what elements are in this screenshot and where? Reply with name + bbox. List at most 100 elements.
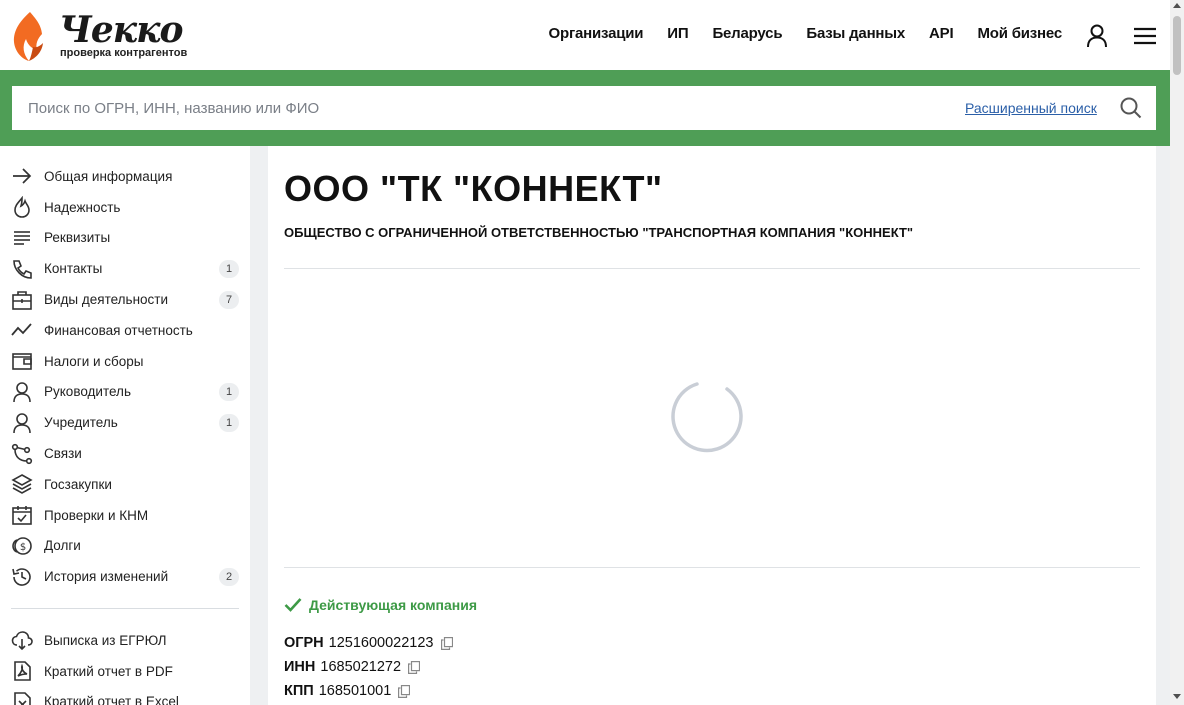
company-title: ООО "ТК "КОННЕКТ" [284, 168, 663, 209]
svg-text:$: $ [20, 542, 26, 553]
company-full-name: ОБЩЕСТВО С ОГРАНИЧЕННОЙ ОТВЕТСТВЕННОСТЬЮ… [284, 225, 914, 240]
nav-my-business[interactable]: Мой бизнес [977, 25, 1062, 42]
layers-icon [11, 474, 33, 495]
briefcase-icon [12, 290, 32, 310]
count-badge: 2 [219, 567, 239, 586]
coins-icon: $ [12, 537, 32, 555]
sidebar-item-taxes[interactable]: Налоги и сборы [11, 346, 239, 377]
sidebar-item-label: Краткий отчет в Excel [44, 694, 179, 705]
copy-icon[interactable] [408, 660, 421, 674]
requisite-label: ИНН [284, 659, 316, 675]
scrollbar-thumb[interactable] [1173, 16, 1181, 75]
count-badge: 1 [219, 259, 239, 278]
sidebar: Общая информация Надежность Реквизиты Ко… [0, 146, 250, 705]
arrow-right-icon [13, 168, 32, 184]
sidebar-item-label: Реквизиты [44, 230, 111, 246]
sidebar-item-reliability[interactable]: Надежность [11, 192, 239, 223]
scroll-up-arrow-icon[interactable] [1173, 3, 1181, 8]
sidebar-nav: Общая информация Надежность Реквизиты Ко… [11, 161, 239, 592]
sidebar-item-label: Контакты [44, 261, 103, 277]
copy-icon[interactable] [440, 636, 453, 650]
sidebar-item-label: Связи [44, 446, 82, 462]
sidebar-item-label: Финансовая отчетность [44, 322, 193, 338]
person-icon [13, 412, 31, 433]
sidebar-item-director[interactable]: Руководитель 1 [11, 377, 239, 408]
count-badge: 1 [219, 413, 239, 432]
requisite-value: 168501001 [318, 683, 392, 699]
sidebar-item-debts[interactable]: $ Долги [11, 531, 239, 562]
flame-logo-icon [13, 12, 43, 61]
search-input[interactable] [12, 86, 912, 130]
sidebar-divider [11, 608, 239, 609]
requisite-label: ОГРН [284, 635, 324, 651]
scrollbar[interactable] [1170, 0, 1184, 705]
company-card: ООО "ТК "КОННЕКТ" ОБЩЕСТВО С ОГРАНИЧЕННО… [268, 146, 1156, 705]
search-band: Расширенный поиск [0, 70, 1170, 146]
site-header: Чекко проверка контрагентов Организации … [0, 0, 1170, 70]
excel-file-icon [14, 692, 31, 705]
calendar-check-icon [12, 506, 32, 525]
sidebar-item-label: Виды деятельности [44, 292, 169, 308]
sidebar-item-financial-reports[interactable]: Финансовая отчетность [11, 315, 239, 346]
sidebar-item-general-info[interactable]: Общая информация [11, 161, 239, 192]
sidebar-reports: Выписка из ЕГРЮЛ Краткий отчет в PDF Кра… [11, 625, 239, 705]
sidebar-item-requisites[interactable]: Реквизиты [11, 223, 239, 254]
nav-ip[interactable]: ИП [667, 25, 688, 42]
requisite-label: КПП [284, 683, 314, 699]
divider [284, 268, 1140, 269]
sidebar-item-label: Госзакупки [44, 476, 112, 492]
sidebar-item-label: Краткий отчет в PDF [44, 663, 173, 679]
sidebar-item-label: Руководитель [44, 384, 131, 400]
nav-belarus[interactable]: Беларусь [712, 25, 782, 42]
requisite-value: 1251600022123 [328, 635, 434, 651]
sidebar-item-label: Надежность [44, 199, 121, 215]
wallet-icon [12, 353, 32, 370]
lines-icon [14, 231, 30, 245]
sidebar-item-procurement[interactable]: Госзакупки [11, 469, 239, 500]
nav-api[interactable]: API [929, 25, 954, 42]
count-badge: 1 [219, 382, 239, 401]
loading-spinner-icon [671, 382, 743, 453]
user-icon[interactable] [1086, 24, 1108, 48]
person-icon [13, 382, 31, 403]
sidebar-item-excel-report[interactable]: Краткий отчет в Excel [11, 687, 239, 705]
logo-subtitle: проверка контрагентов [60, 47, 188, 59]
search-bar: Расширенный поиск [12, 86, 1156, 130]
main-nav: Организации ИП Беларусь Базы данных API … [549, 25, 1063, 42]
history-icon [12, 568, 31, 586]
sidebar-item-label: Проверки и КНМ [44, 507, 149, 523]
status-badge: Действующая компания [284, 597, 477, 613]
pdf-file-icon [14, 661, 31, 681]
search-icon[interactable] [1120, 97, 1142, 119]
logo[interactable]: Чекко проверка контрагентов [11, 10, 191, 62]
advanced-search-link[interactable]: Расширенный поиск [965, 100, 1097, 116]
requisite-kpp: КПП 168501001 [284, 683, 411, 699]
sidebar-item-activities[interactable]: Виды деятельности 7 [11, 284, 239, 315]
requisite-ogrn: ОГРН 1251600022123 [284, 635, 453, 651]
nav-databases[interactable]: Базы данных [806, 25, 905, 42]
flame-icon [14, 196, 30, 218]
trend-line-icon [11, 323, 32, 336]
sidebar-item-label: Общая информация [44, 168, 173, 184]
hamburger-menu-icon[interactable] [1134, 27, 1156, 45]
sidebar-item-pdf-report[interactable]: Краткий отчет в PDF [11, 656, 239, 687]
count-badge: 7 [219, 290, 239, 309]
requisite-inn: ИНН 1685021272 [284, 659, 421, 675]
sidebar-item-history[interactable]: История изменений 2 [11, 561, 239, 592]
sidebar-item-contacts[interactable]: Контакты 1 [11, 253, 239, 284]
copy-icon[interactable] [398, 684, 411, 698]
cloud-download-icon [11, 631, 33, 651]
sidebar-item-inspections[interactable]: Проверки и КНМ [11, 500, 239, 531]
connections-icon [11, 443, 33, 464]
sidebar-item-egrul-extract[interactable]: Выписка из ЕГРЮЛ [11, 625, 239, 656]
checkmark-icon [284, 598, 302, 612]
status-text: Действующая компания [309, 597, 478, 613]
nav-organizations[interactable]: Организации [549, 25, 644, 42]
logo-wordmark: Чекко [59, 9, 184, 51]
scroll-down-arrow-icon[interactable] [1173, 694, 1181, 699]
sidebar-item-label: Учредитель [44, 415, 118, 431]
sidebar-item-founder[interactable]: Учредитель 1 [11, 407, 239, 438]
phone-icon [13, 259, 32, 279]
sidebar-item-label: Выписка из ЕГРЮЛ [44, 632, 167, 648]
sidebar-item-connections[interactable]: Связи [11, 438, 239, 469]
